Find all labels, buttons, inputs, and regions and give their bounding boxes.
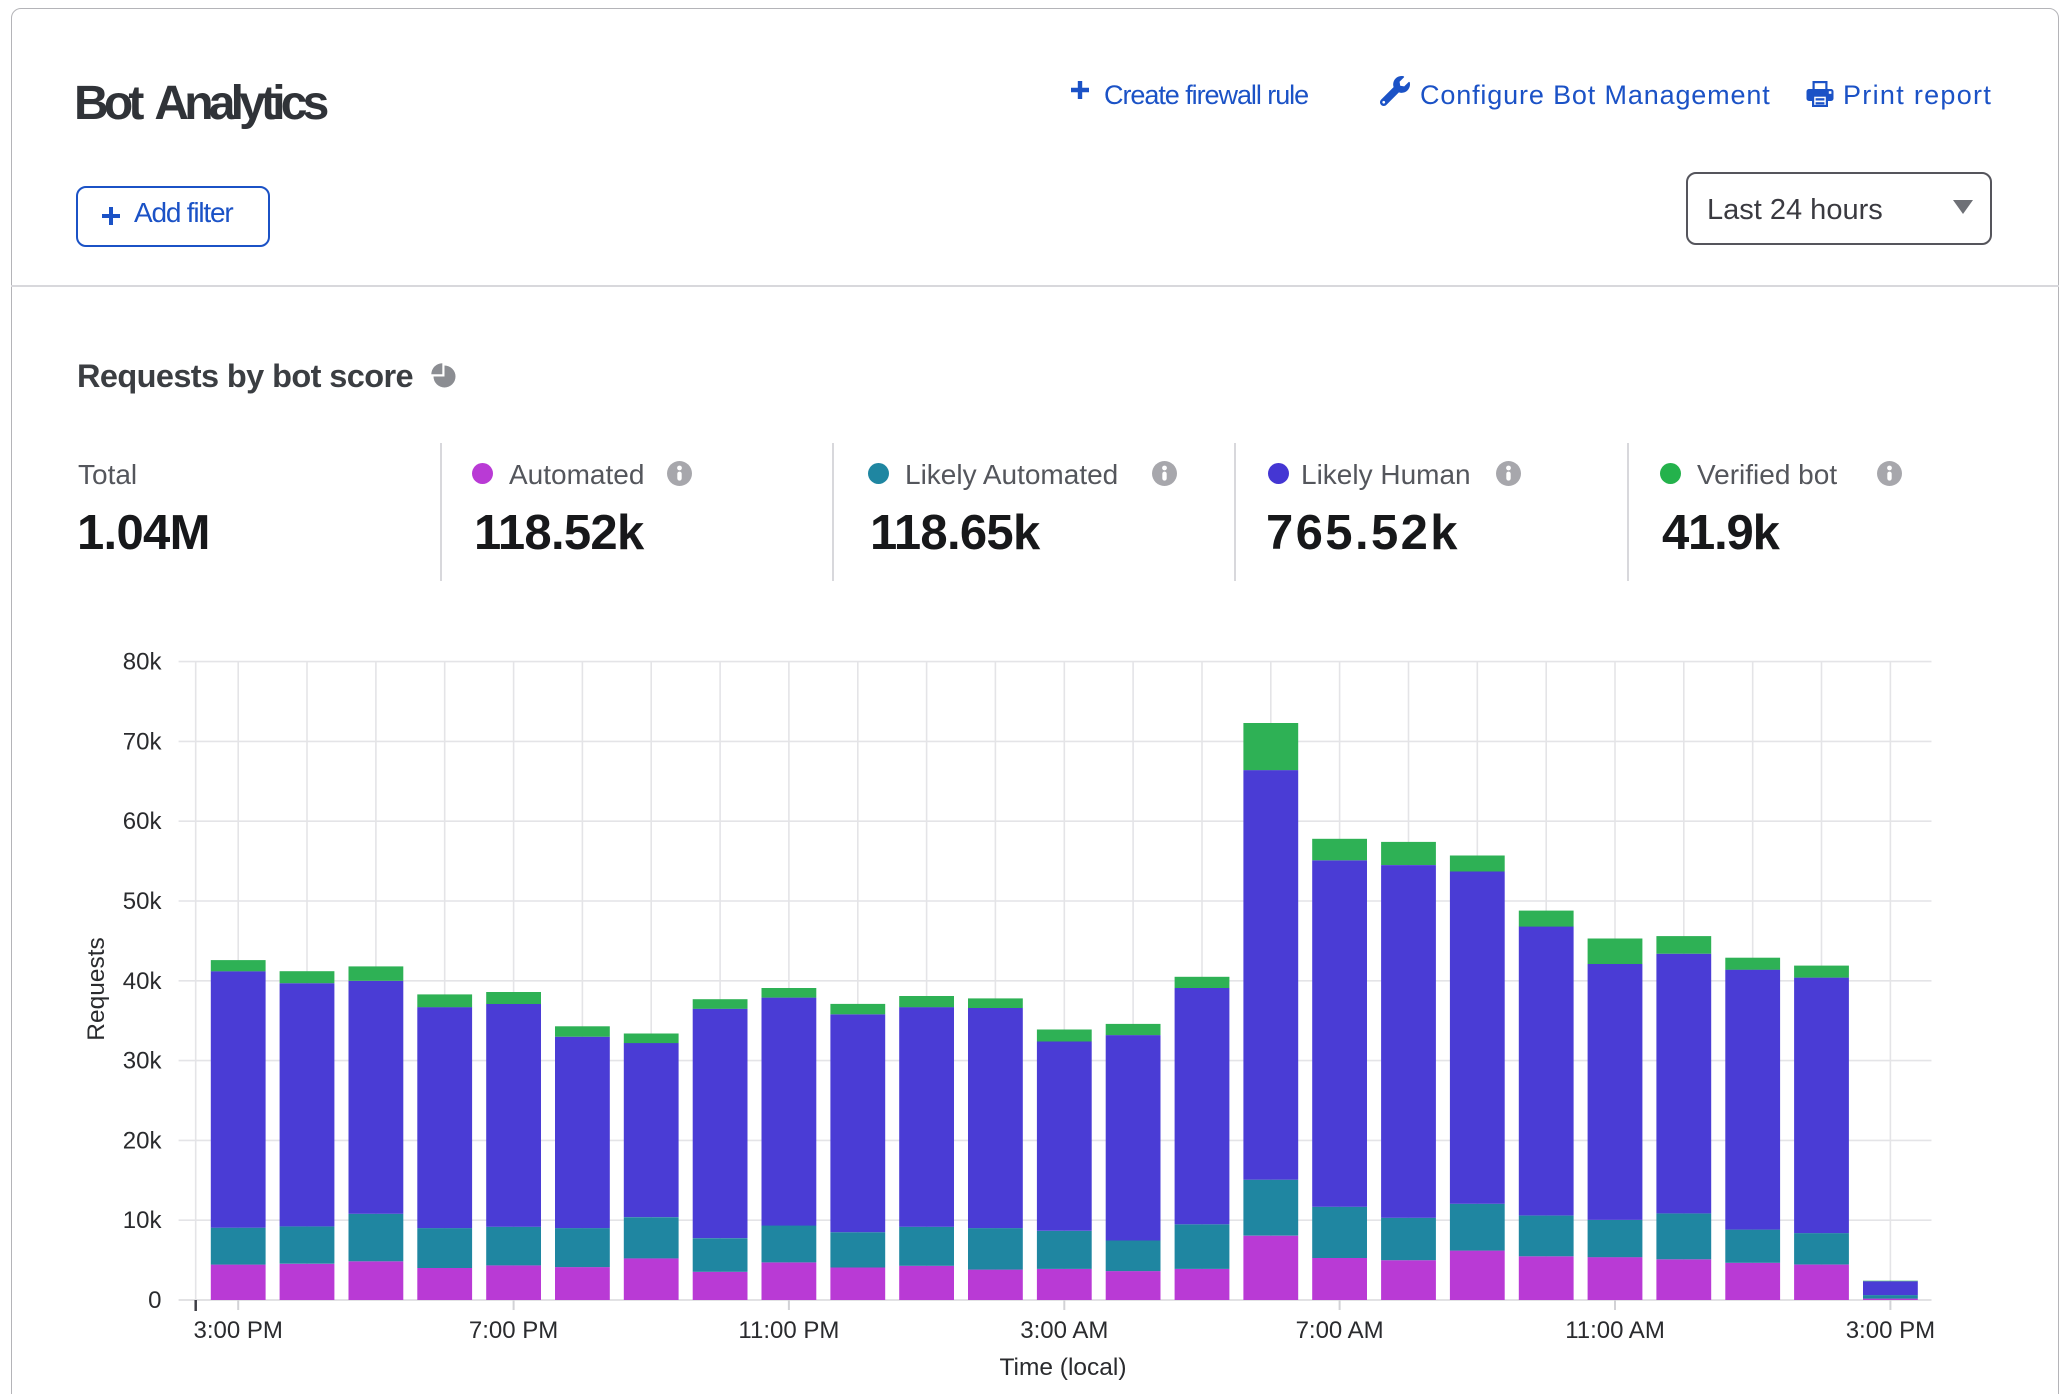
svg-text:10k: 10k [123,1207,163,1234]
svg-text:0: 0 [148,1287,161,1314]
svg-text:7:00 AM: 7:00 AM [1296,1317,1384,1344]
svg-text:30k: 30k [123,1048,163,1075]
svg-text:11:00 AM: 11:00 AM [1565,1317,1665,1344]
svg-text:50k: 50k [123,888,163,915]
svg-text:80k: 80k [123,649,163,676]
svg-text:70k: 70k [123,728,163,755]
svg-text:7:00 PM: 7:00 PM [469,1317,558,1344]
svg-text:Time (local): Time (local) [999,1354,1126,1381]
svg-text:Requests: Requests [83,937,110,1041]
svg-text:40k: 40k [123,968,163,995]
svg-text:3:00 AM: 3:00 AM [1020,1317,1108,1344]
svg-text:3:00 PM: 3:00 PM [1846,1317,1935,1344]
svg-text:11:00 PM: 11:00 PM [738,1317,839,1344]
svg-text:60k: 60k [123,808,163,835]
svg-text:3:00 PM: 3:00 PM [194,1317,283,1344]
svg-text:20k: 20k [123,1127,163,1154]
